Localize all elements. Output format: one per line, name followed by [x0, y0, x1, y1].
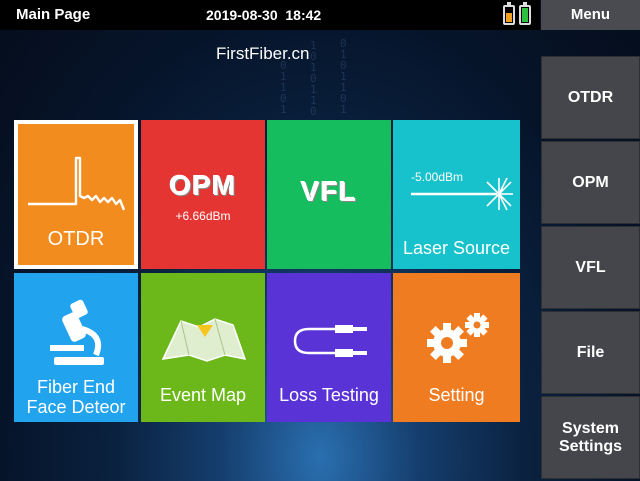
- tile-label: Event Map: [159, 385, 247, 405]
- fiber-cable-icon: [293, 325, 367, 357]
- main-screen: 1010110 0101101 01101 Main Page 2019-08-…: [0, 0, 640, 481]
- app-tile-grid: OTDR OPM +6.66dBm VFL -5.00dBm Laser Sou…: [14, 120, 520, 424]
- tile-label: Setting: [428, 385, 485, 405]
- menu-item-otdr[interactable]: OTDR: [541, 56, 640, 139]
- side-menu: OTDR OPM VFL File System Settings: [541, 56, 640, 481]
- microscope-icon: [50, 299, 104, 365]
- menu-header: Menu: [541, 0, 640, 30]
- tile-label: VFL: [301, 176, 357, 207]
- status-bar: Main Page 2019-08-30 18:42: [0, 0, 540, 30]
- battery-icon: [519, 2, 531, 25]
- tile-loss-testing[interactable]: Loss Testing: [267, 273, 391, 422]
- background-binary-decoration: 01101: [280, 59, 287, 116]
- battery-icon: [503, 2, 515, 25]
- brand-label: FirstFiber.cn: [216, 44, 310, 63]
- tile-label: Laser Source: [402, 238, 511, 258]
- tile-setting[interactable]: Setting: [393, 273, 520, 422]
- otdr-trace-icon: [28, 156, 126, 211]
- menu-item-file[interactable]: File: [541, 311, 640, 394]
- tile-label: Fiber End Face Deteor: [26, 377, 126, 417]
- tile-laser-source[interactable]: -5.00dBm Laser Source: [393, 120, 520, 269]
- menu-item-vfl[interactable]: VFL: [541, 226, 640, 309]
- tile-vfl[interactable]: VFL: [267, 120, 391, 269]
- tile-opm[interactable]: OPM +6.66dBm: [141, 120, 265, 269]
- tile-otdr[interactable]: OTDR: [14, 120, 138, 269]
- page-title: Main Page: [16, 6, 91, 23]
- datetime-display: 2019-08-30 18:42: [206, 7, 322, 23]
- tile-fiber-end-face-detector[interactable]: Fiber End Face Deteor: [14, 273, 138, 422]
- menu-item-system-settings[interactable]: System Settings: [541, 396, 640, 479]
- background-binary-decoration: 1010110: [310, 39, 317, 118]
- power-reading: +6.66dBm: [175, 209, 231, 223]
- map-icon: [161, 318, 247, 362]
- tile-label: OPM: [169, 170, 237, 201]
- menu-item-opm[interactable]: OPM: [541, 141, 640, 224]
- tile-label: Loss Testing: [279, 385, 379, 405]
- tile-event-map[interactable]: Event Map: [141, 273, 265, 422]
- tile-label: OTDR: [47, 228, 105, 250]
- laser-beam-icon: [411, 177, 513, 211]
- gears-icon: [427, 313, 489, 363]
- background-binary-decoration: 0101101: [340, 37, 347, 116]
